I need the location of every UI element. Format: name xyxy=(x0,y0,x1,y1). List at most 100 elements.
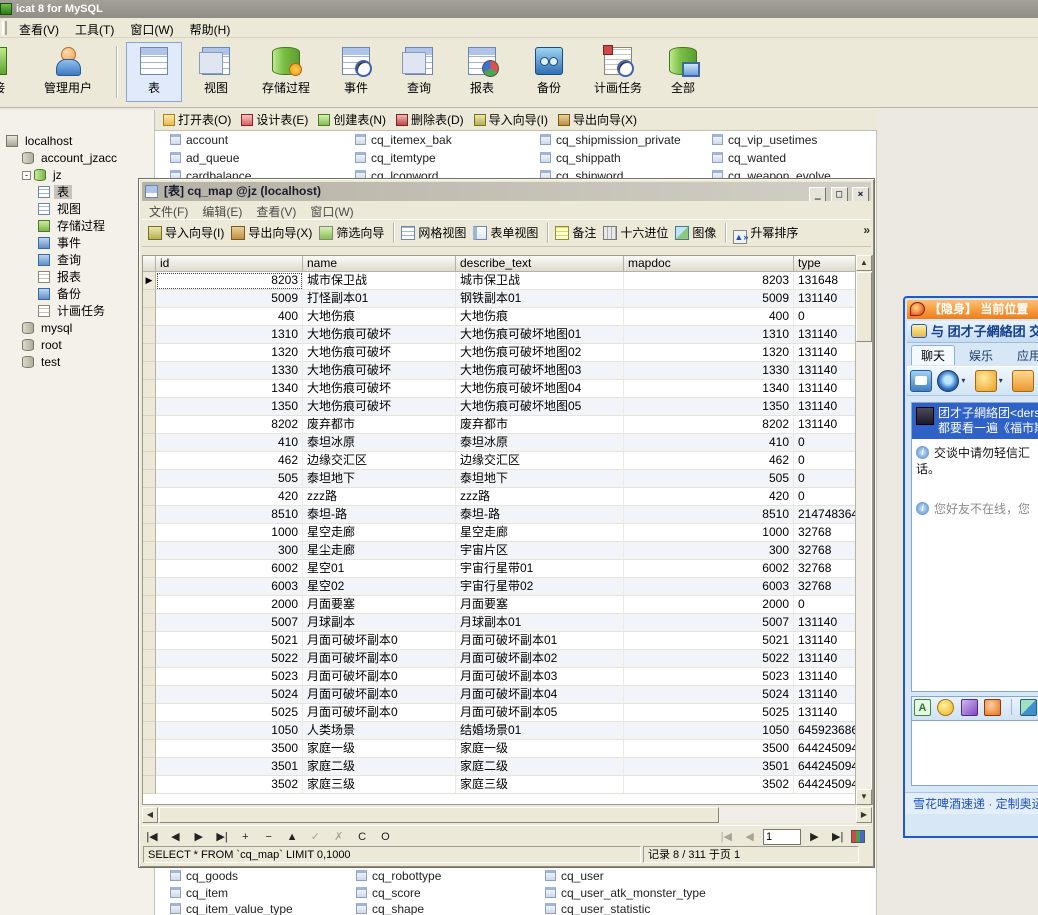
vertical-scroll-thumb[interactable] xyxy=(856,272,872,342)
cell-mapdoc[interactable]: 505 xyxy=(624,470,794,488)
cell-name[interactable]: 星空01 xyxy=(303,560,456,578)
column-header-type[interactable]: type xyxy=(794,256,858,272)
cell-mapdoc[interactable]: 400 xyxy=(624,308,794,326)
table-window-titlebar[interactable]: [表] cq_map @jz (localhost) _ □ × xyxy=(142,182,871,201)
table-row[interactable]: 5023月面可破坏副本0月面可破坏副本035023131140 xyxy=(143,668,858,686)
window-toolbar-hex-button[interactable]: 十六进位 xyxy=(601,223,673,244)
cell-name[interactable]: 家庭二级 xyxy=(303,758,456,776)
sidebar-item-test[interactable]: test xyxy=(0,354,154,371)
cell-name[interactable]: 大地伤痕可破坏 xyxy=(303,344,456,362)
emoticon-icon[interactable] xyxy=(937,699,954,716)
cell-id[interactable]: 1340 xyxy=(156,380,303,398)
cell-id[interactable]: 5023 xyxy=(156,668,303,686)
table-window-menu-3[interactable]: 窗口(W) xyxy=(303,201,360,219)
chat-status-banner[interactable]: 【隐身】 当前位置 xyxy=(907,300,1038,319)
column-header-describe_text[interactable]: describe_text xyxy=(456,256,624,272)
cell-mapdoc[interactable]: 6002 xyxy=(624,560,794,578)
cell-id[interactable]: 1350 xyxy=(156,398,303,416)
cell-id[interactable]: 6003 xyxy=(156,578,303,596)
nudge-dropdown-caret[interactable]: ▾ xyxy=(999,370,1009,392)
row-selector[interactable] xyxy=(143,362,156,380)
sidebar-item-表[interactable]: 表 xyxy=(0,184,154,201)
cell-type[interactable]: 2147483648 xyxy=(794,506,858,524)
cell-id[interactable]: 1310 xyxy=(156,326,303,344)
cell-type[interactable]: 6442450944 xyxy=(794,740,858,758)
cell-describe_text[interactable]: 大地伤痕可破坏地图04 xyxy=(456,380,624,398)
cell-describe_text[interactable]: 月面要塞 xyxy=(456,596,624,614)
table-list-item[interactable]: cq_vip_usetimes xyxy=(712,133,817,149)
toolbar-table-button[interactable]: 表 xyxy=(126,42,182,102)
column-header-id[interactable]: id xyxy=(156,256,303,272)
cell-type[interactable]: 0 xyxy=(794,452,858,470)
table-list-item[interactable]: account xyxy=(170,133,228,149)
nudge-icon[interactable] xyxy=(975,370,997,392)
row-selector[interactable] xyxy=(143,398,156,416)
cell-describe_text[interactable]: 月面可破坏副本04 xyxy=(456,686,624,704)
table-row[interactable]: ▶8203城市保卫战城市保卫战8203131648 xyxy=(143,272,858,290)
cell-name[interactable]: 人类场景 xyxy=(303,722,456,740)
table-row[interactable]: 300星尘走廊宇宙片区30032768 xyxy=(143,542,858,560)
cell-type[interactable]: 131140 xyxy=(794,614,858,632)
cell-mapdoc[interactable]: 1320 xyxy=(624,344,794,362)
cell-type[interactable]: 32768 xyxy=(794,524,858,542)
row-selector[interactable] xyxy=(143,380,156,398)
cell-id[interactable]: 3501 xyxy=(156,758,303,776)
table-row[interactable]: 400大地伤痕大地伤痕4000 xyxy=(143,308,858,326)
cell-type[interactable]: 131140 xyxy=(794,650,858,668)
table-row[interactable]: 6003星空02宇宙行星带02600332768 xyxy=(143,578,858,596)
cell-type[interactable]: 0 xyxy=(794,308,858,326)
table-row[interactable]: 1000星空走廊星空走廊100032768 xyxy=(143,524,858,542)
table-list-item[interactable]: cq_shape xyxy=(356,902,424,915)
cell-name[interactable]: 废弃都市 xyxy=(303,416,456,434)
cell-type[interactable]: 131648 xyxy=(794,272,858,290)
column-header-name[interactable]: name xyxy=(303,256,456,272)
table-row[interactable]: 505泰坦地下泰坦地下5050 xyxy=(143,470,858,488)
toolbar-query-button[interactable]: 查询 xyxy=(392,42,446,102)
cell-mapdoc[interactable]: 5023 xyxy=(624,668,794,686)
sidebar-item-存储过程[interactable]: 存储过程 xyxy=(0,218,154,235)
toolbar-view-button[interactable]: 视图 xyxy=(188,42,244,102)
menu-item-0[interactable]: 查看(V) xyxy=(11,18,67,38)
cell-describe_text[interactable]: 月面可破坏副本01 xyxy=(456,632,624,650)
table-row[interactable]: 5009打怪副本01钢铁副本015009131140 xyxy=(143,290,858,308)
cell-type[interactable]: 131140 xyxy=(794,416,858,434)
row-selector[interactable] xyxy=(143,542,156,560)
table-row[interactable]: 5022月面可破坏副本0月面可破坏副本025022131140 xyxy=(143,650,858,668)
cell-id[interactable]: 5021 xyxy=(156,632,303,650)
sidebar-item-localhost[interactable]: localhost xyxy=(0,133,154,150)
table-row[interactable]: 1320大地伤痕可破坏大地伤痕可破坏地图021320131140 xyxy=(143,344,858,362)
cell-name[interactable]: 月面可破坏副本0 xyxy=(303,650,456,668)
webcam-icon[interactable] xyxy=(937,370,959,392)
row-selector[interactable] xyxy=(143,308,156,326)
table-list-item[interactable]: cq_item_value_type xyxy=(170,902,293,915)
cell-describe_text[interactable]: 宇宙行星带01 xyxy=(456,560,624,578)
cell-mapdoc[interactable]: 6003 xyxy=(624,578,794,596)
table-window-menu-1[interactable]: 编辑(E) xyxy=(195,201,249,219)
cell-name[interactable]: 泰坦地下 xyxy=(303,470,456,488)
minimize-button[interactable]: _ xyxy=(809,187,826,202)
chat-tab-2[interactable]: 应用 xyxy=(1007,346,1038,366)
cell-id[interactable]: 1320 xyxy=(156,344,303,362)
cell-name[interactable]: 月面可破坏副本0 xyxy=(303,686,456,704)
cell-id[interactable]: 5022 xyxy=(156,650,303,668)
cell-name[interactable]: 家庭三级 xyxy=(303,776,456,794)
chat-ad-link[interactable]: 雪花啤酒速递 · 定制奥运 xyxy=(905,792,1038,814)
cell-name[interactable]: 大地伤痕可破坏 xyxy=(303,326,456,344)
toolbar-proc-button[interactable]: 存储过程 xyxy=(252,42,320,102)
cell-name[interactable]: 打怪副本01 xyxy=(303,290,456,308)
object-toolbar-drop-button[interactable]: 删除表(D) xyxy=(394,110,472,130)
table-row[interactable]: 1330大地伤痕可破坏大地伤痕可破坏地图031330131140 xyxy=(143,362,858,380)
cell-describe_text[interactable]: zzz路 xyxy=(456,488,624,506)
vertical-scrollbar[interactable]: ▲ ▼ xyxy=(855,255,871,805)
cell-name[interactable]: 星空走廊 xyxy=(303,524,456,542)
cell-name[interactable]: 月面可破坏副本0 xyxy=(303,632,456,650)
sidebar-item-mysql[interactable]: mysql xyxy=(0,320,154,337)
row-selector[interactable] xyxy=(143,488,156,506)
cell-type[interactable]: 6459236864 xyxy=(794,722,858,740)
menu-item-2[interactable]: 窗口(W) xyxy=(122,18,181,38)
table-list-item[interactable]: ad_queue xyxy=(170,151,239,167)
table-list-item[interactable]: cq_shippath xyxy=(540,151,621,167)
cell-describe_text[interactable]: 泰坦-路 xyxy=(456,506,624,524)
cell-name[interactable]: 月面可破坏副本0 xyxy=(303,704,456,722)
chat-window[interactable]: 【隐身】 当前位置 与 团才子網絡团 交谈 聊天娱乐应用 ▾ ▾ 团才子網絡团<… xyxy=(903,296,1038,838)
